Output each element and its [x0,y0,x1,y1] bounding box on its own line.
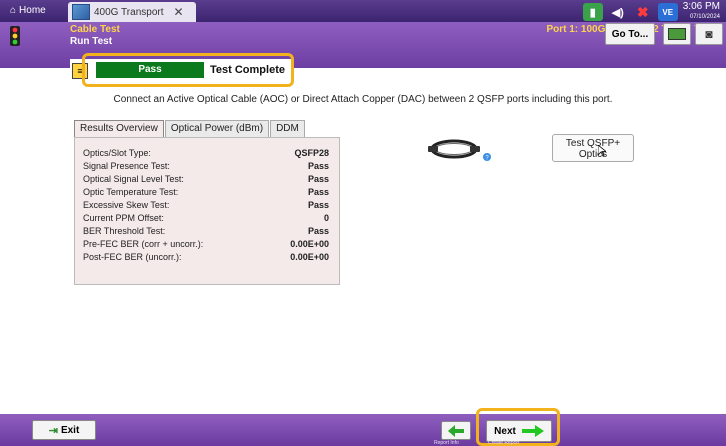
result-row: Excessive Skew Test: Pass [83,200,329,210]
close-icon[interactable]: ✕ [173,5,183,19]
result-row: Post-FEC BER (uncorr.): 0.00E+00 [83,252,329,262]
tab-ddm[interactable]: DDM [270,120,305,137]
time-text: 3:06 PM [682,1,720,12]
result-value: Pass [307,174,329,184]
traffic-light-icon [10,26,20,46]
ve-badge[interactable]: VE [657,3,678,21]
tab-label: 400G Transport [94,6,164,18]
result-value: Pass [307,226,329,236]
result-value: 0 [323,213,329,223]
qsfp-button-line1: Test QSFP+ [565,138,621,149]
results-tabs: Results Overview Optical Power (dBm) DDM [74,120,305,137]
result-row: Optic Temperature Test: Pass [83,187,329,197]
result-label: Post-FEC BER (uncorr.): [83,252,182,262]
result-label: Optical Signal Level Test: [83,174,184,184]
footer-bar [0,414,726,446]
result-label: Optic Temperature Test: [83,187,179,197]
camera-icon: ◙ [705,27,713,41]
page-subtitle: Run Test [70,36,113,47]
camera-button[interactable]: ◙ [695,23,723,45]
result-row: Current PPM Offset: 0 [83,213,329,223]
result-row: BER Threshold Test: Pass [83,226,329,236]
report-info-button[interactable] [441,421,471,440]
app-grid-icon [72,4,90,20]
page-title: Cable Test [70,24,120,35]
result-value: Pass [307,187,329,197]
qsfp-button-line2: Optics [578,149,608,160]
result-row: Signal Presence Test: Pass [83,161,329,171]
result-label: BER Threshold Test: [83,226,166,236]
report-info-label: Report Info [434,440,459,446]
exit-icon: ⇥ [48,424,58,437]
exit-button[interactable]: ⇥ Exit [32,420,96,440]
toolbox-icon [668,28,686,40]
test-qsfp-optics-button[interactable]: Test QSFP+ Optics [552,134,634,162]
result-row: Optical Signal Level Test: Pass [83,174,329,184]
tab-400g-transport[interactable]: 400G Transport ✕ [68,2,196,22]
results-panel: Optics/Slot Type: QSFP28 Signal Presence … [74,137,340,285]
result-value: Pass [307,200,329,210]
arrow-left-icon [448,424,464,437]
result-row: Optics/Slot Type: QSFP28 [83,148,329,158]
result-value: QSFP28 [294,148,329,158]
tab-results-overview[interactable]: Results Overview [74,120,164,137]
mouse-cursor-icon [598,145,606,157]
result-value: 0.00E+00 [290,239,329,249]
clock: 3:06 PM 07/10/2024 [683,2,720,22]
home-icon: ⌂ [10,5,17,16]
result-label: Pre-FEC BER (corr + uncorr.): [83,239,204,249]
result-label: Optics/Slot Type: [83,148,151,158]
goto-button[interactable]: Go To... [605,23,655,45]
home-button[interactable]: ⌂ Home [4,3,52,19]
highlight-frame [82,53,294,87]
cable-icon: ? [428,139,491,162]
network-error-icon: ✖ [636,3,649,20]
tools-button[interactable] [663,23,691,45]
exit-label: Exit [60,424,80,436]
date-text: 07/10/2024 [689,14,720,20]
result-value: 0.00E+00 [290,252,329,262]
tab-optical-power[interactable]: Optical Power (dBm) [164,120,270,137]
instruction-text: Connect an Active Optical Cable (AOC) or… [113,94,613,105]
create-report-label: Create Report [488,440,520,446]
system-tray: ▮ ◀) ✖ VE 3:06 PM 07/10/2024 [582,2,720,22]
result-label: Current PPM Offset: [83,213,164,223]
battery-icon: ▮ [582,3,603,21]
result-label: Signal Presence Test: [83,161,170,171]
result-label: Excessive Skew Test: [83,200,170,210]
home-label: Home [19,5,46,16]
result-value: Pass [307,161,329,171]
speaker-icon[interactable]: ◀) [608,3,628,21]
result-row: Pre-FEC BER (corr + uncorr.): 0.00E+00 [83,239,329,249]
